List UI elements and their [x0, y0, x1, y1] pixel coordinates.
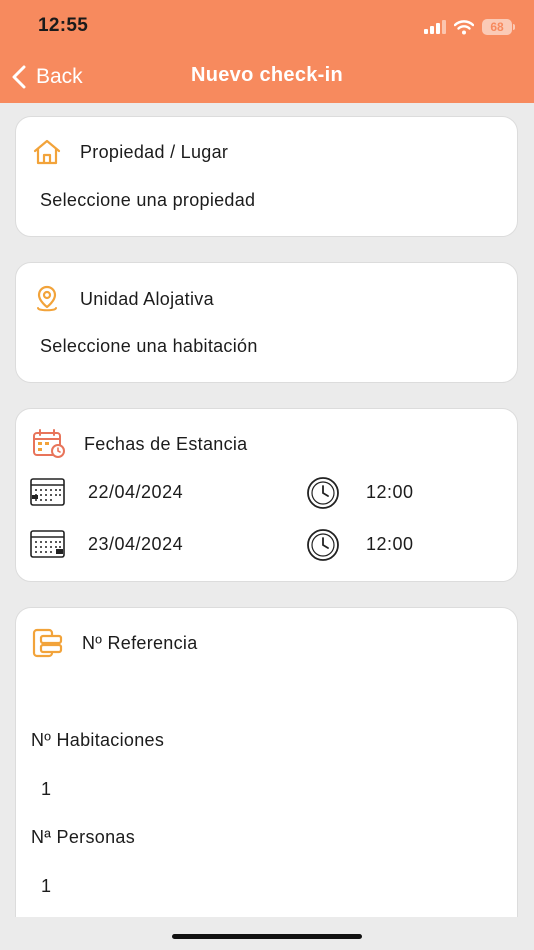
dates-header: Fechas de Estancia	[32, 429, 248, 459]
date-row-checkout: 23/04/2024 12:00	[30, 529, 500, 561]
calendar-clock-icon	[33, 429, 65, 458]
unit-card[interactable]: Unidad Alojativa Seleccione una habitaci…	[15, 262, 518, 383]
clock-icon	[307, 529, 339, 561]
page-title: Nuevo check-in	[190, 64, 344, 86]
date-row-checkin: 22/04/2024 12:00	[30, 477, 500, 509]
checkout-time[interactable]: 12:00	[366, 534, 414, 555]
rooms-label: Nº Habitaciones	[31, 730, 165, 750]
clock-icon	[307, 477, 339, 509]
property-select[interactable]: Seleccione una propiedad	[40, 190, 255, 211]
reference-title: Nº Referencia	[82, 632, 198, 653]
property-title: Propiedad / Lugar	[80, 141, 229, 162]
nav-header: 12:55 68 Back Nuevo check-in	[0, 0, 534, 103]
battery-icon: 68	[482, 19, 515, 35]
property-card[interactable]: Propiedad / Lugar Seleccione una propied…	[15, 116, 518, 237]
dates-title: Fechas de Estancia	[84, 433, 248, 454]
people-label: Nª Personas	[31, 827, 136, 847]
home-indicator	[172, 934, 362, 939]
details-card: Nº Referencia Nº Habitaciones 1 Nª Perso…	[15, 607, 518, 917]
checkout-date[interactable]: 23/04/2024	[88, 534, 183, 555]
location-pin-icon	[37, 285, 57, 312]
status-icons: 68	[424, 17, 515, 37]
calendar-icon	[30, 530, 65, 558]
checkin-date[interactable]: 22/04/2024	[88, 482, 183, 503]
dates-card: Fechas de Estancia 22/04/2024 12:00 23/0…	[15, 408, 518, 582]
reference-header: Nº Referencia	[32, 628, 198, 658]
people-input[interactable]: 1	[41, 876, 51, 897]
home-icon	[33, 139, 61, 165]
document-icon	[32, 628, 63, 658]
status-time: 12:55	[38, 15, 89, 36]
checkin-time[interactable]: 12:00	[366, 482, 414, 503]
unit-select[interactable]: Seleccione una habitación	[40, 336, 258, 357]
unit-header: Unidad Alojativa	[32, 284, 214, 314]
rooms-input[interactable]: 1	[41, 779, 51, 800]
calendar-icon	[30, 478, 65, 506]
property-header: Propiedad / Lugar	[32, 139, 228, 165]
unit-title: Unidad Alojativa	[80, 288, 214, 309]
wifi-icon	[454, 19, 474, 34]
signal-icon	[424, 20, 446, 34]
